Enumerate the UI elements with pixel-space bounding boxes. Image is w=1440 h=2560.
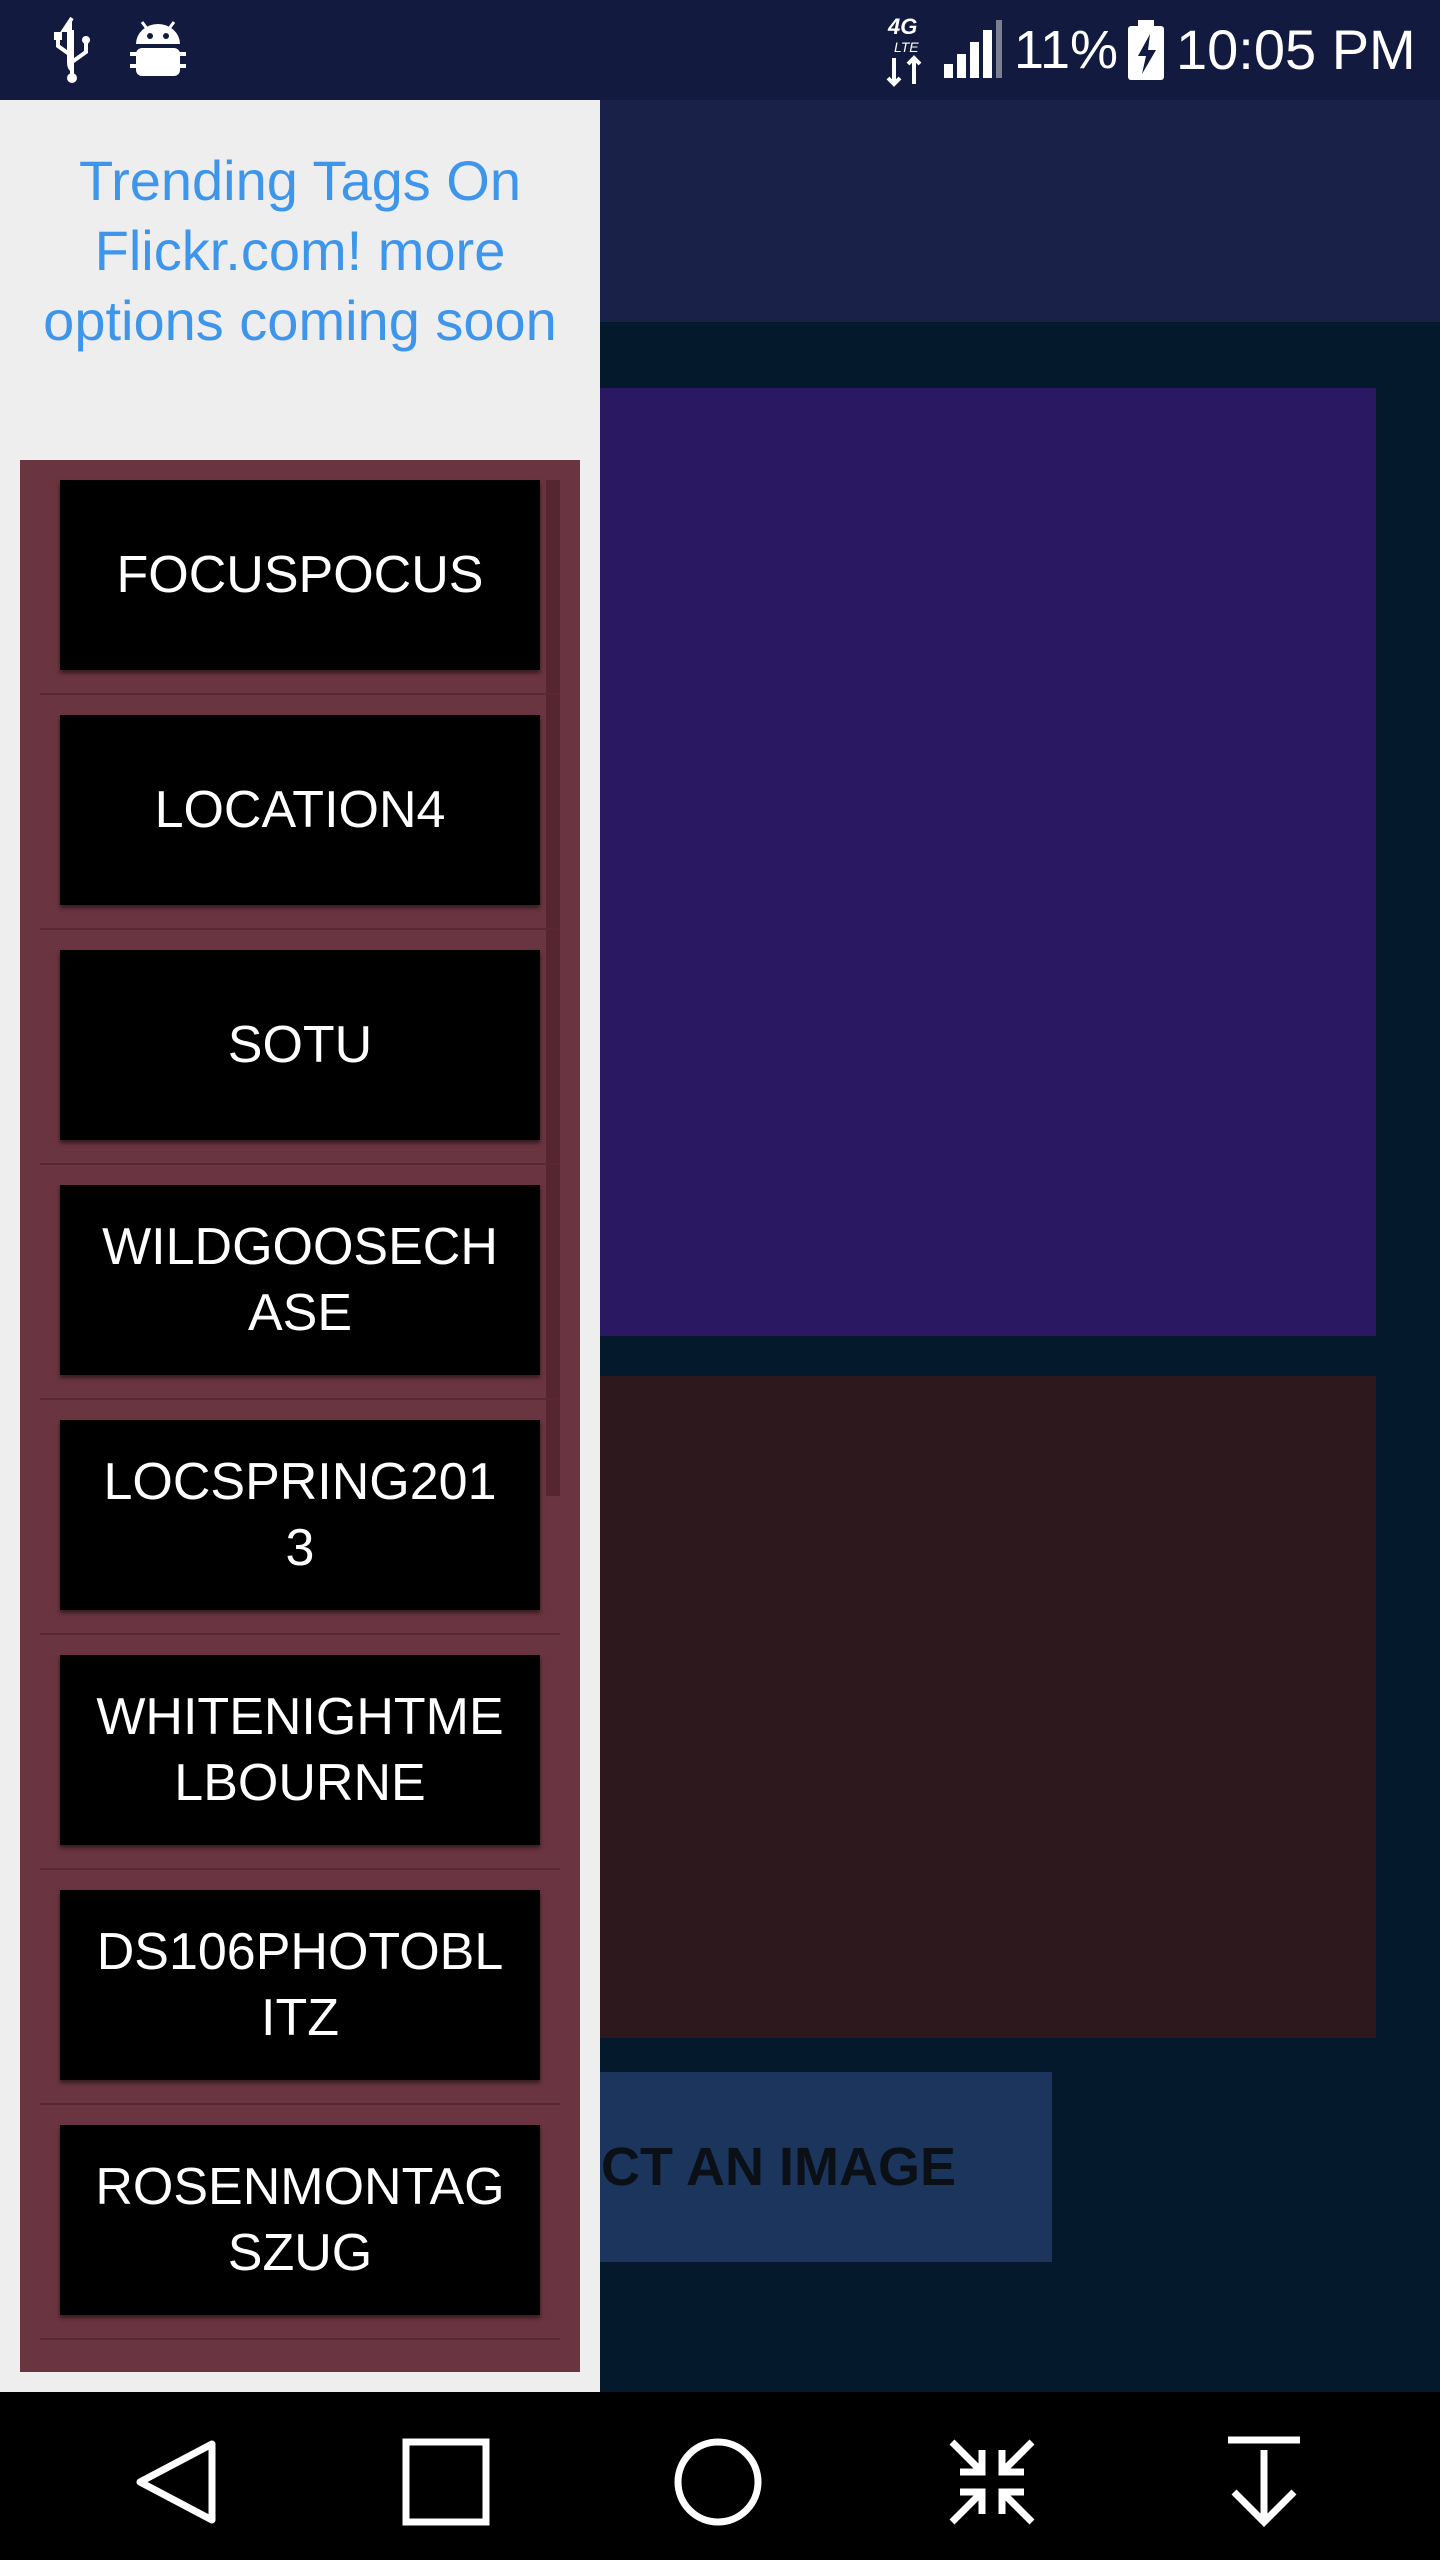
tag-list[interactable]: FOCUSPOCUS LOCATION4 SOTU WILDGOOSECHASE…	[20, 460, 580, 2372]
shrink-icon[interactable]	[942, 2432, 1042, 2532]
tag-label: ROSENMONTAGSZUG	[95, 2158, 505, 2282]
tag-button-location4[interactable]: LOCATION4	[60, 715, 540, 905]
list-item: WHITENIGHTMELBOURNE	[40, 1635, 560, 1870]
home-icon[interactable]	[668, 2432, 768, 2532]
tag-label: FOCUSPOCUS	[116, 546, 484, 604]
tag-label: LOCSPRING2013	[103, 1453, 497, 1577]
system-nav-bar	[0, 2392, 1440, 2560]
list-item: ROSENMONTAGSZUG	[40, 2105, 560, 2340]
battery-charging-icon	[1128, 20, 1164, 80]
recents-icon[interactable]	[396, 2432, 496, 2532]
tag-button-ds106photoblitz[interactable]: DS106PHOTOBLITZ	[60, 1890, 540, 2080]
list-item: LOCSPRING2013	[40, 1400, 560, 1635]
download-icon[interactable]	[1214, 2432, 1314, 2532]
clock: 10:05 PM	[1176, 18, 1416, 81]
back-icon[interactable]	[126, 2432, 226, 2532]
list-item: WILDGOOSECHASE	[40, 1165, 560, 1400]
tag-label: SOTU	[227, 1016, 373, 1074]
tag-label: DS106PHOTOBLITZ	[96, 1923, 504, 2047]
signal-icon	[944, 20, 1002, 78]
tag-button-rosenmontagszug[interactable]: ROSENMONTAGSZUG	[60, 2125, 540, 2315]
status-bar: 4G LTE 11% 10:05 PM	[0, 0, 1440, 100]
svg-text:4G: 4G	[887, 14, 917, 39]
tag-label: WILDGOOSECHASE	[102, 1218, 498, 1342]
tag-button-focuspocus[interactable]: FOCUSPOCUS	[60, 480, 540, 670]
tag-label: LOCATION4	[154, 781, 446, 839]
tag-button-locspring2013[interactable]: LOCSPRING2013	[60, 1420, 540, 1610]
wallpaper-preview-bottom	[560, 1376, 1376, 2038]
wallpaper-preview-top	[560, 388, 1376, 1336]
list-item: LOCATION4	[40, 695, 560, 930]
lte-icon: 4G LTE	[886, 14, 922, 87]
tag-button-sotu[interactable]: SOTU	[60, 950, 540, 1140]
usb-icon	[54, 16, 90, 83]
list-item: SOTU	[40, 930, 560, 1165]
android-debug-icon	[130, 21, 186, 76]
navigation-drawer: Trending Tags On Flickr.com! more option…	[0, 100, 600, 2392]
drawer-heading: Trending Tags On Flickr.com! more option…	[43, 149, 557, 352]
list-item: FOCUSPOCUS	[40, 460, 560, 695]
svg-text:LTE: LTE	[894, 39, 919, 55]
select-image-label: ECT AN IMAGE	[565, 2137, 956, 2197]
tag-button-whitenightmelbourne[interactable]: WHITENIGHTMELBOURNE	[60, 1655, 540, 1845]
list-item: DS106PHOTOBLITZ	[40, 1870, 560, 2105]
tag-button-wildgoosechase[interactable]: WILDGOOSECHASE	[60, 1185, 540, 1375]
battery-percent: 11%	[1014, 20, 1119, 80]
tag-label: WHITENIGHTMELBOURNE	[96, 1688, 504, 1812]
